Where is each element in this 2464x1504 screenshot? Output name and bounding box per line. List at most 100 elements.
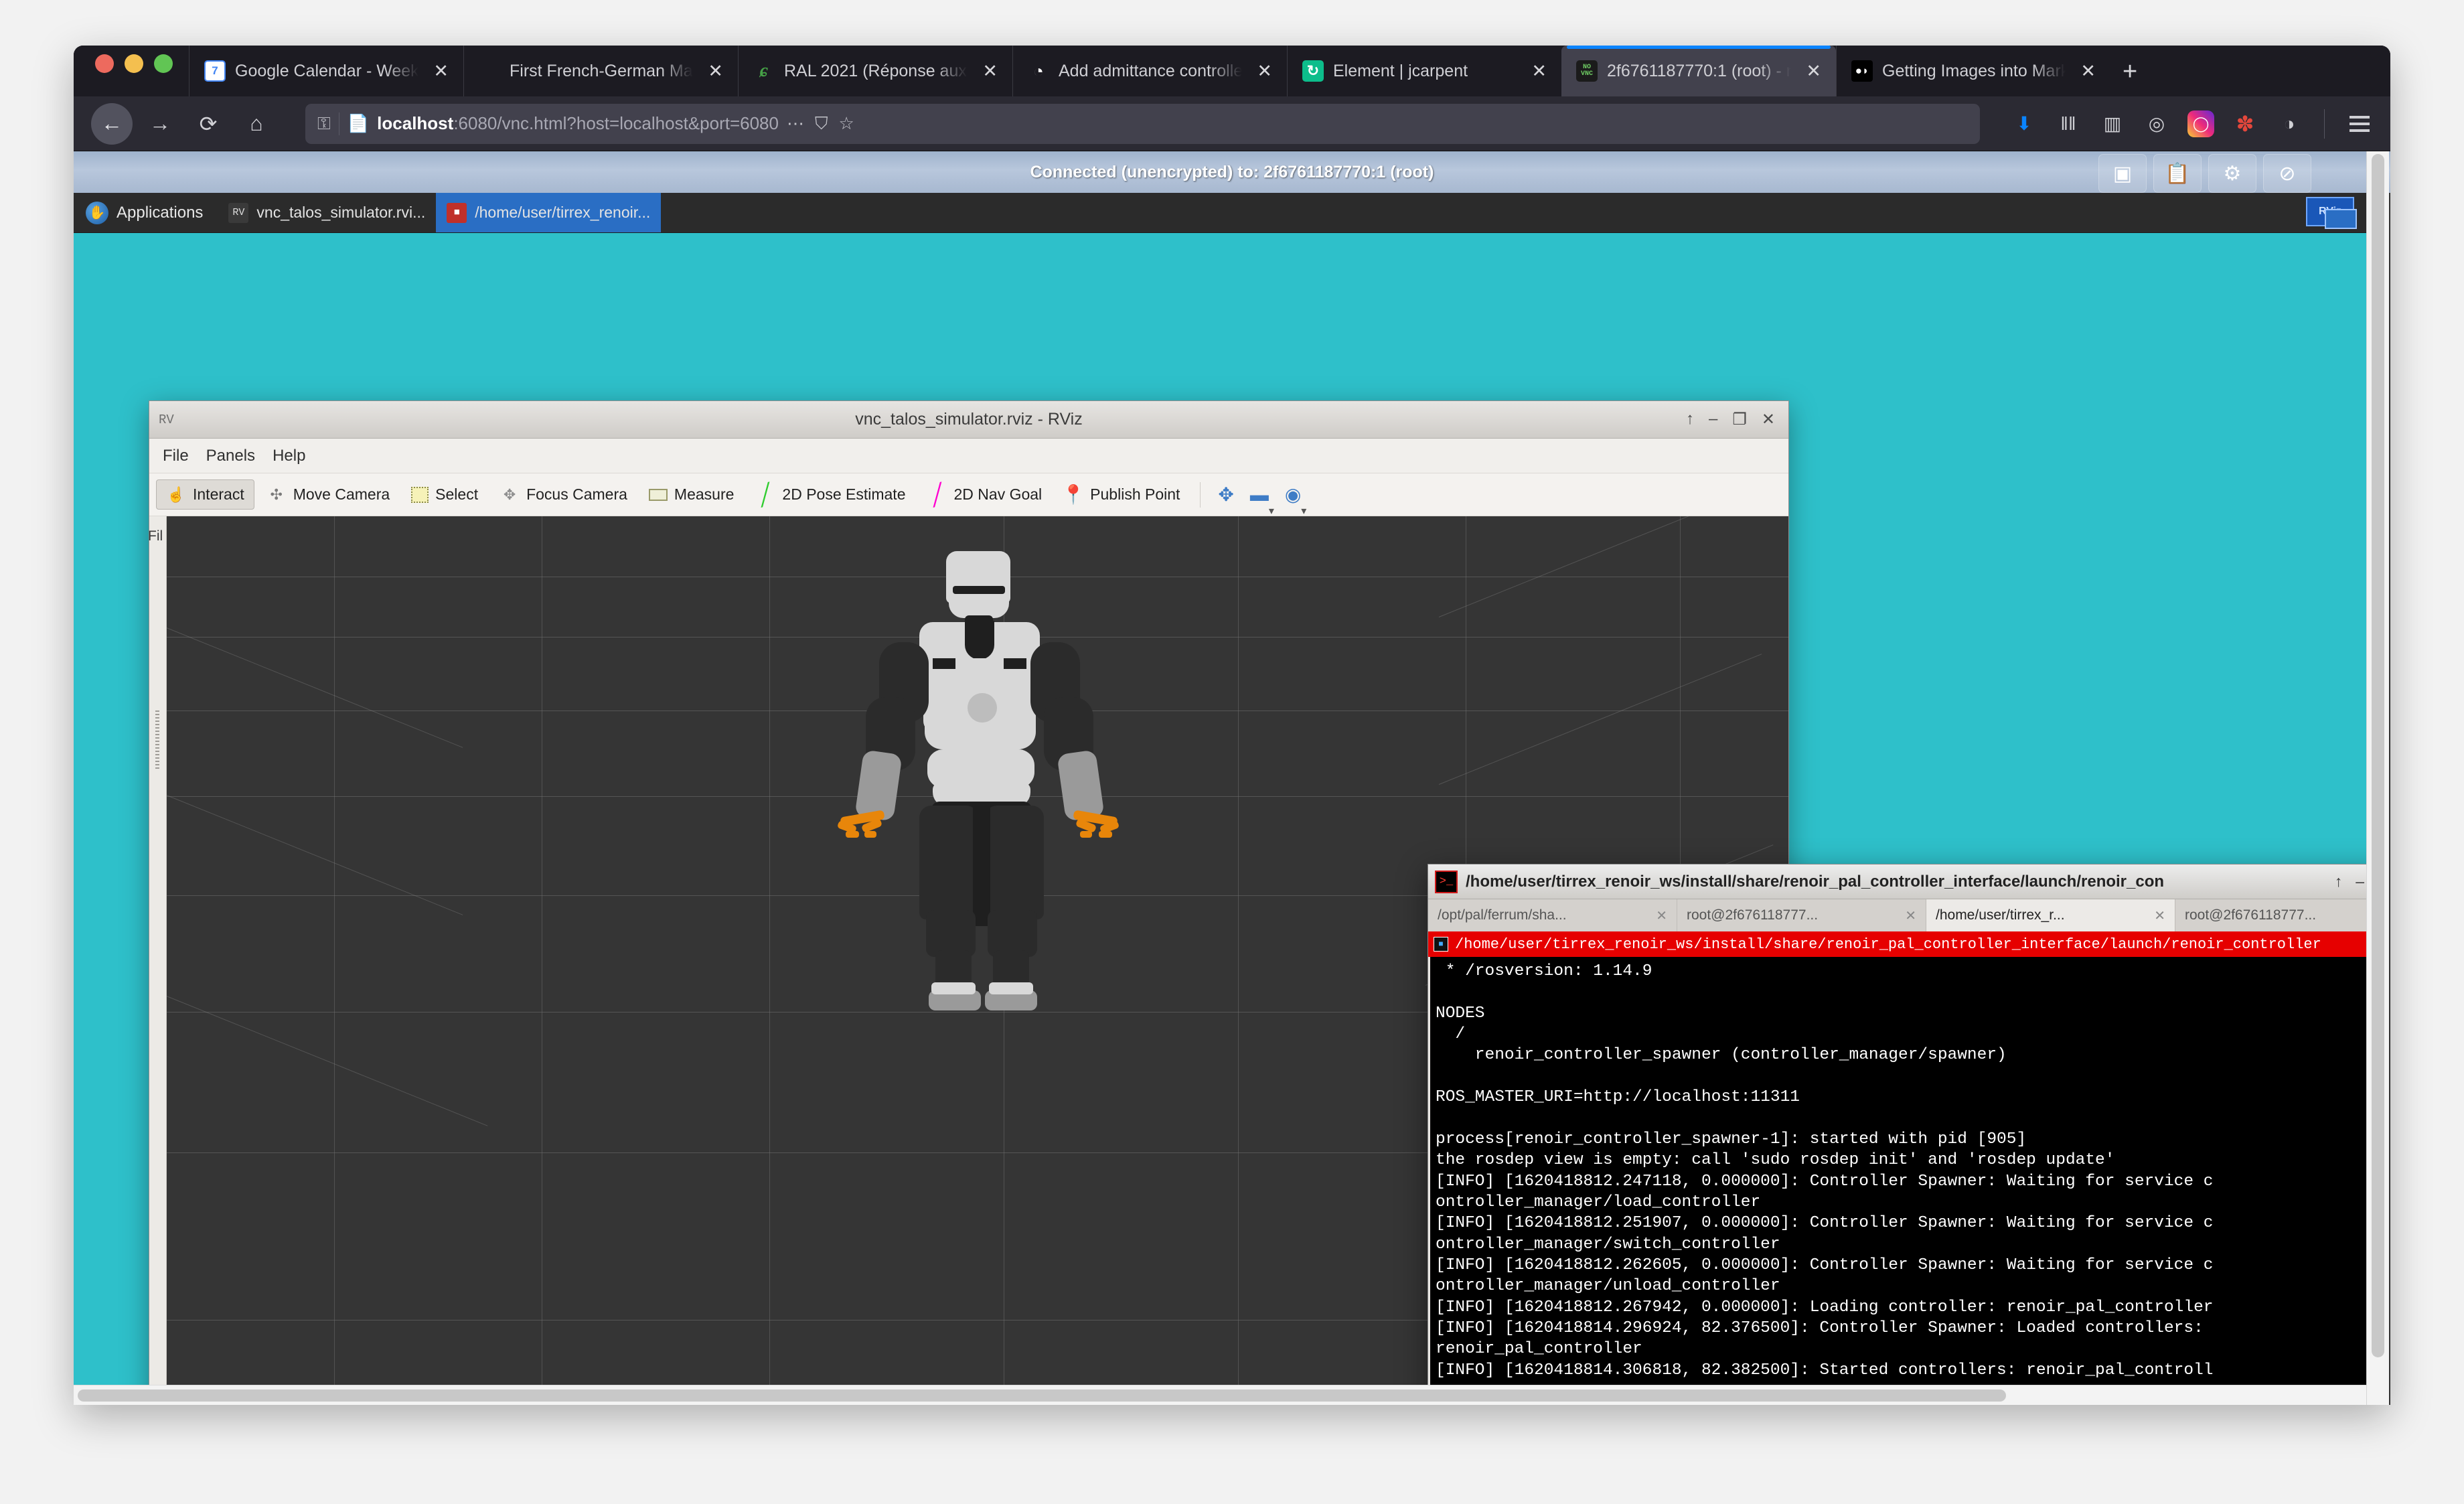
pocket-icon[interactable]: ◎ bbox=[2143, 110, 2170, 137]
account-icon[interactable]: ◑ bbox=[2276, 110, 2303, 137]
rviz-window-title: vnc_talos_simulator.rviz - RViz bbox=[855, 410, 1083, 429]
menu-file[interactable]: File bbox=[163, 447, 189, 465]
tool-select[interactable]: Select bbox=[402, 480, 487, 509]
disconnect-icon[interactable]: ⊘ bbox=[2263, 154, 2311, 193]
close-icon[interactable]: ✕ bbox=[428, 60, 454, 83]
overleaf-icon: ɕ bbox=[759, 60, 769, 81]
browser-tab-admittance-controller[interactable]: ◔ Add admittance controller by c ✕ bbox=[1012, 46, 1287, 96]
menu-panels[interactable]: Panels bbox=[206, 447, 255, 465]
minimize-window-button[interactable] bbox=[125, 54, 143, 73]
github-icon: ◔ bbox=[1033, 60, 1044, 81]
taskbar-window-label: /home/user/tirrex_renoir... bbox=[475, 204, 651, 221]
url-bar[interactable]: ⚿ 📄 localhost:6080/vnc.html?host=localho… bbox=[305, 103, 1980, 144]
page-info-icon[interactable]: 📄 bbox=[348, 113, 369, 134]
gear-icon[interactable]: ⚙ bbox=[2208, 154, 2256, 193]
shield-icon[interactable]: ⚿ bbox=[317, 113, 331, 135]
taskbar-window-rviz[interactable]: RV vnc_talos_simulator.rvi... bbox=[218, 193, 436, 232]
terminal-output-screen[interactable]: * /rosversion: 1.14.9 NODES / renoir_con… bbox=[1428, 957, 2366, 1405]
more-actions-icon[interactable]: ⋯ bbox=[787, 113, 804, 134]
terminal-output-text: * /rosversion: 1.14.9 NODES / renoir_con… bbox=[1436, 962, 2214, 1400]
tool-move-camera[interactable]: ✣ Move Camera bbox=[257, 480, 399, 509]
browser-tab-markdown-images[interactable]: ●◗ Getting Images into Markdown ✕ bbox=[1836, 46, 2110, 96]
window-traffic-lights bbox=[74, 46, 189, 96]
url-path: :6080/vnc.html?host=localhost&port=6080 bbox=[453, 113, 779, 133]
downloads-icon[interactable]: ⬇ bbox=[2011, 110, 2037, 137]
terminal-tab-root-2[interactable]: root@2f676118777... ✕ bbox=[2175, 899, 2366, 931]
browser-tab-novnc[interactable]: NO VNC 2f6761187770:1 (root) - noVNC ✕ bbox=[1561, 46, 1836, 96]
rviz-displays-panel-collapsed[interactable]: Fil ▶ bbox=[148, 516, 167, 1405]
close-icon[interactable]: ✕ bbox=[977, 60, 1003, 83]
minimize-window-button[interactable]: – bbox=[2356, 873, 2364, 891]
close-icon[interactable]: ✕ bbox=[2075, 60, 2101, 83]
close-icon[interactable]: ✕ bbox=[1526, 60, 1552, 83]
scrollbar-thumb[interactable] bbox=[2372, 154, 2384, 1358]
tool-properties-icon[interactable]: ◉ ▾ bbox=[1278, 481, 1308, 517]
minimize-window-button[interactable]: – bbox=[1709, 410, 1717, 429]
maximize-window-button[interactable]: ❐ bbox=[1732, 410, 1747, 429]
menu-hamburger-icon[interactable] bbox=[2346, 110, 2373, 137]
tracking-protection-icon[interactable]: ⛉ bbox=[815, 113, 828, 135]
tool-focus-camera[interactable]: ✥ Focus Camera bbox=[490, 480, 637, 509]
reload-button[interactable]: ⟳ bbox=[187, 103, 229, 145]
tab-title: Add admittance controller by c bbox=[1059, 61, 1243, 80]
terminal-path-banner: ■ /home/user/tirrex_renoir_ws/install/sh… bbox=[1428, 931, 2366, 957]
panel-splitter-handle[interactable] bbox=[155, 710, 159, 771]
terminal-tab-tirrex[interactable]: /home/user/tirrex_r... ✕ bbox=[1926, 899, 2175, 931]
terminal-icon: ■ bbox=[447, 202, 467, 223]
medium-icon: ●◗ bbox=[1851, 60, 1873, 82]
shade-window-button[interactable]: ↑ bbox=[1686, 410, 1694, 429]
bookmark-star-icon[interactable]: ☆ bbox=[839, 113, 854, 134]
tool-interact[interactable]: ☝ Interact bbox=[156, 479, 254, 510]
tab-label: root@2f676118777... bbox=[2185, 907, 2317, 923]
rviz-titlebar[interactable]: RV vnc_talos_simulator.rviz - RViz ↑ – ❐… bbox=[149, 401, 1788, 439]
tool-2d-pose-estimate[interactable]: ╱ 2D Pose Estimate bbox=[746, 480, 915, 509]
browser-tab-google-calendar[interactable]: 7 Google Calendar - Week of 10 ✕ bbox=[189, 46, 463, 96]
tab-title: Element | jcarpent bbox=[1333, 61, 1468, 80]
close-window-button[interactable] bbox=[95, 54, 114, 73]
back-button[interactable]: ← bbox=[91, 102, 133, 145]
clipboard-icon[interactable]: 📋 bbox=[2153, 154, 2202, 193]
taskbar-window-terminal[interactable]: ■ /home/user/tirrex_renoir... bbox=[436, 193, 662, 232]
new-tab-button[interactable]: + bbox=[2110, 59, 2149, 96]
browser-tab-ral-2021[interactable]: ɕ RAL 2021 (Réponse aux reviews ✕ bbox=[738, 46, 1012, 96]
menu-help[interactable]: Help bbox=[273, 447, 305, 465]
terminal-tab-root-1[interactable]: root@2f676118777... ✕ bbox=[1677, 899, 1926, 931]
url-host: localhost bbox=[377, 113, 454, 133]
terminal-titlebar[interactable]: >_ /home/user/tirrex_renoir_ws/install/s… bbox=[1428, 864, 2366, 899]
shade-window-button[interactable]: ↑ bbox=[2335, 873, 2343, 891]
terminal-tab-ferrum[interactable]: /opt/pal/ferrum/sha... ✕ bbox=[1428, 899, 1677, 931]
tool-label: Publish Point bbox=[1090, 485, 1180, 503]
novnc-status-bar: Connected (unencrypted) to: 2f6761187770… bbox=[74, 151, 2390, 193]
page-horizontal-scrollbar[interactable] bbox=[74, 1385, 2366, 1405]
scrollbar-thumb[interactable] bbox=[78, 1389, 2006, 1402]
sidebar-icon[interactable]: ▥ bbox=[2099, 110, 2126, 137]
tab-label: /opt/pal/ferrum/sha... bbox=[1438, 907, 1567, 923]
library-icon[interactable]: ‖‖ bbox=[2055, 110, 2082, 137]
close-window-button[interactable]: ✕ bbox=[1762, 410, 1775, 429]
home-button[interactable]: ⌂ bbox=[236, 103, 277, 145]
applications-menu-button[interactable]: ✋ Applications bbox=[74, 193, 218, 232]
close-icon[interactable]: ✕ bbox=[1905, 907, 1916, 924]
remove-tool-icon[interactable]: ▬ ▾ bbox=[1243, 481, 1276, 517]
instagram-icon[interactable]: ◯ bbox=[2187, 110, 2214, 137]
close-icon[interactable]: ✕ bbox=[702, 60, 728, 83]
close-icon[interactable]: ✕ bbox=[1251, 60, 1278, 83]
terminal-window: >_ /home/user/tirrex_renoir_ws/install/s… bbox=[1428, 864, 2366, 1405]
close-icon[interactable]: ✕ bbox=[1800, 60, 1827, 83]
tomato-timer-icon[interactable]: ✽ bbox=[2232, 110, 2258, 137]
page-vertical-scrollbar[interactable] bbox=[2366, 151, 2389, 1405]
tool-label: 2D Pose Estimate bbox=[782, 485, 906, 503]
close-icon[interactable]: ✕ bbox=[1656, 907, 1667, 924]
tray-rviz-icon[interactable]: RViz bbox=[2306, 197, 2357, 229]
browser-tab-french-german-ml[interactable]: First French-German Machine Lear ✕ bbox=[463, 46, 738, 96]
maximize-window-button[interactable] bbox=[154, 54, 173, 73]
browser-tab-element[interactable]: ↻ Element | jcarpent ✕ bbox=[1287, 46, 1561, 96]
rviz-menubar: File Panels Help bbox=[149, 439, 1788, 473]
close-icon[interactable]: ✕ bbox=[2154, 907, 2165, 924]
drag-pan-icon[interactable]: ▣ bbox=[2098, 154, 2147, 193]
forward-button[interactable]: → bbox=[139, 103, 181, 145]
tool-measure[interactable]: Measure bbox=[639, 480, 743, 509]
add-tool-icon[interactable]: ✥ bbox=[1211, 481, 1240, 508]
tool-2d-nav-goal[interactable]: ╱ 2D Nav Goal bbox=[918, 480, 1052, 509]
tool-publish-point[interactable]: 📍 Publish Point bbox=[1054, 480, 1189, 509]
